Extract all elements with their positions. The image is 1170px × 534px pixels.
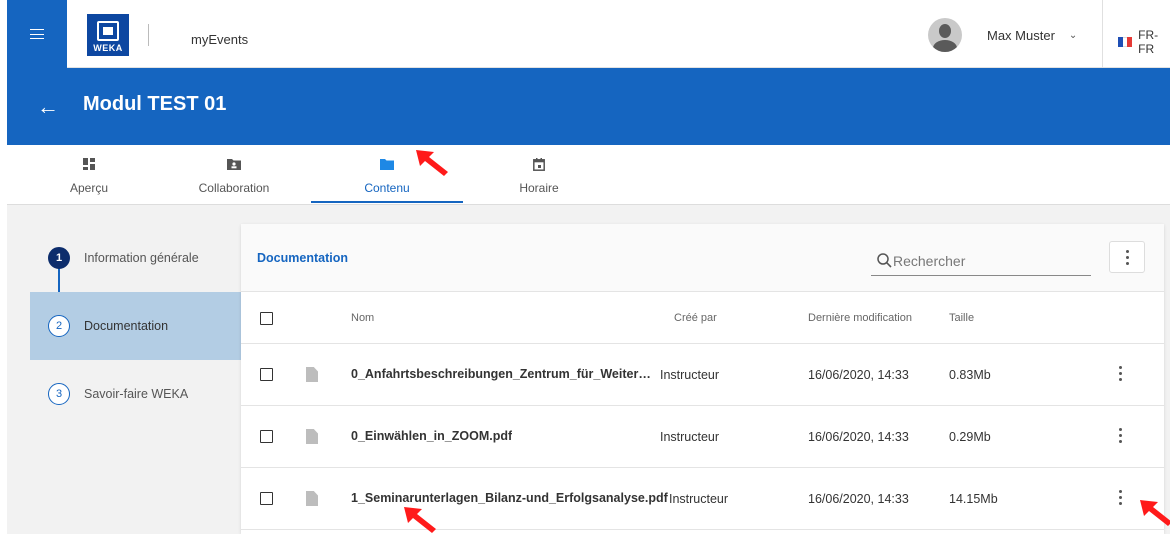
created-by: Instructeur — [660, 368, 720, 382]
step-label: Documentation — [84, 319, 169, 333]
table-row[interactable]: 0_Anfahrtsbeschreibungen_Zentrum_für_Wei… — [241, 344, 1164, 406]
step-label: Information générale — [84, 251, 199, 265]
logo-mark-icon — [97, 21, 119, 41]
file-size: 0.29Mb — [949, 430, 991, 444]
column-header-modified[interactable]: Dernière modification — [808, 312, 912, 324]
more-vert-icon[interactable] — [1119, 428, 1122, 443]
divider — [1102, 0, 1103, 68]
more-vert-icon — [1125, 249, 1129, 265]
tab-horaire[interactable]: Horaire — [516, 145, 562, 205]
page-header: ← Modul TEST 01 — [7, 68, 1170, 145]
tab-label: Horaire — [519, 181, 559, 195]
hamburger-icon — [30, 29, 44, 39]
file-name[interactable]: 1_Seminarunterlagen_Bilanz-und_Erfolgsan… — [351, 491, 668, 505]
french-flag-icon — [1118, 37, 1133, 47]
search-icon — [877, 253, 892, 268]
top-bar: WEKA myEvents Max Muster ⌄ FR-FR — [7, 0, 1170, 68]
app-name: myEvents — [191, 32, 249, 47]
select-all-checkbox[interactable] — [260, 312, 273, 325]
step-documentation[interactable]: 2 Documentation — [30, 292, 241, 360]
dashboard-icon — [83, 157, 95, 171]
divider — [148, 24, 149, 46]
documents-card: Documentation Rechercher Nom Créé par De… — [241, 224, 1164, 534]
user-menu[interactable]: Max Muster ⌄ — [928, 18, 1077, 52]
created-by: Instructeur — [669, 492, 729, 506]
chevron-down-icon: ⌄ — [1068, 29, 1078, 41]
step-information-generale[interactable]: 1 Information générale — [30, 224, 241, 292]
file-icon — [306, 491, 318, 506]
file-icon — [306, 367, 318, 382]
tab-collaboration[interactable]: Collaboration — [192, 145, 276, 205]
tab-label: Aperçu — [69, 181, 109, 195]
row-checkbox[interactable] — [260, 430, 273, 443]
menu-button[interactable] — [7, 0, 67, 68]
language-selector[interactable]: FR-FR — [1118, 28, 1170, 56]
file-icon — [306, 429, 318, 444]
column-header-name[interactable]: Nom — [351, 312, 374, 324]
table-header-row: Nom Créé par Dernière modification Taill… — [241, 292, 1164, 344]
page-title: Modul TEST 01 — [83, 93, 227, 115]
back-arrow-icon[interactable]: ← — [37, 96, 59, 118]
card-header: Documentation Rechercher — [241, 224, 1164, 292]
file-name[interactable]: 0_Anfahrtsbeschreibungen_Zentrum_für_Wei… — [351, 367, 658, 381]
file-size: 14.15Mb — [949, 492, 998, 506]
card-title: Documentation — [257, 251, 348, 265]
avatar — [928, 18, 962, 52]
weka-logo[interactable]: WEKA — [87, 14, 129, 56]
row-checkbox[interactable] — [260, 368, 273, 381]
created-by: Instructeur — [660, 430, 720, 444]
folder-shared-icon — [227, 157, 241, 171]
step-number: 1 — [48, 247, 70, 269]
more-vert-icon[interactable] — [1119, 366, 1122, 381]
step-label: Savoir-faire WEKA — [84, 387, 189, 401]
column-header-size[interactable]: Taille — [949, 312, 974, 324]
red-arrow-icon — [1140, 500, 1170, 526]
folder-icon — [380, 157, 394, 171]
file-name[interactable]: 0_Einwählen_in_ZOOM.pdf — [351, 429, 512, 443]
red-arrow-icon — [404, 507, 436, 533]
tab-label: Collaboration — [198, 181, 270, 195]
column-header-created-by[interactable]: Créé par — [674, 312, 717, 324]
row-checkbox[interactable] — [260, 492, 273, 505]
tab-label: Contenu — [364, 181, 410, 195]
card-more-button[interactable] — [1109, 241, 1145, 273]
table-row[interactable]: 1_Seminarunterlagen_Bilanz-und_Erfolgsan… — [241, 468, 1164, 530]
table-row[interactable]: 0_Einwählen_in_ZOOM.pdf Instructeur 16/0… — [241, 406, 1164, 468]
tab-bar: Aperçu Collaboration Contenu Horaire — [7, 145, 1170, 205]
calendar-icon — [533, 157, 545, 171]
file-size: 0.83Mb — [949, 368, 991, 382]
modified-date: 16/06/2020, 14:33 — [808, 492, 909, 506]
language-label: FR-FR — [1138, 28, 1159, 56]
step-number: 2 — [48, 315, 70, 337]
section-stepper: 1 Information générale 2 Documentation 3… — [30, 224, 241, 428]
search-placeholder: Rechercher — [893, 253, 966, 269]
user-name: Max Muster — [987, 27, 1055, 43]
modified-date: 16/06/2020, 14:33 — [808, 368, 909, 382]
window-edge — [0, 0, 7, 534]
step-number: 3 — [48, 383, 70, 405]
tab-apercu[interactable]: Aperçu — [63, 145, 115, 205]
logo-text: WEKA — [93, 43, 123, 53]
modified-date: 16/06/2020, 14:33 — [808, 430, 909, 444]
more-vert-icon[interactable] — [1119, 490, 1122, 505]
step-savoir-faire-weka[interactable]: 3 Savoir-faire WEKA — [30, 360, 241, 428]
red-arrow-icon — [416, 150, 448, 176]
search-field[interactable]: Rechercher — [871, 250, 1091, 276]
